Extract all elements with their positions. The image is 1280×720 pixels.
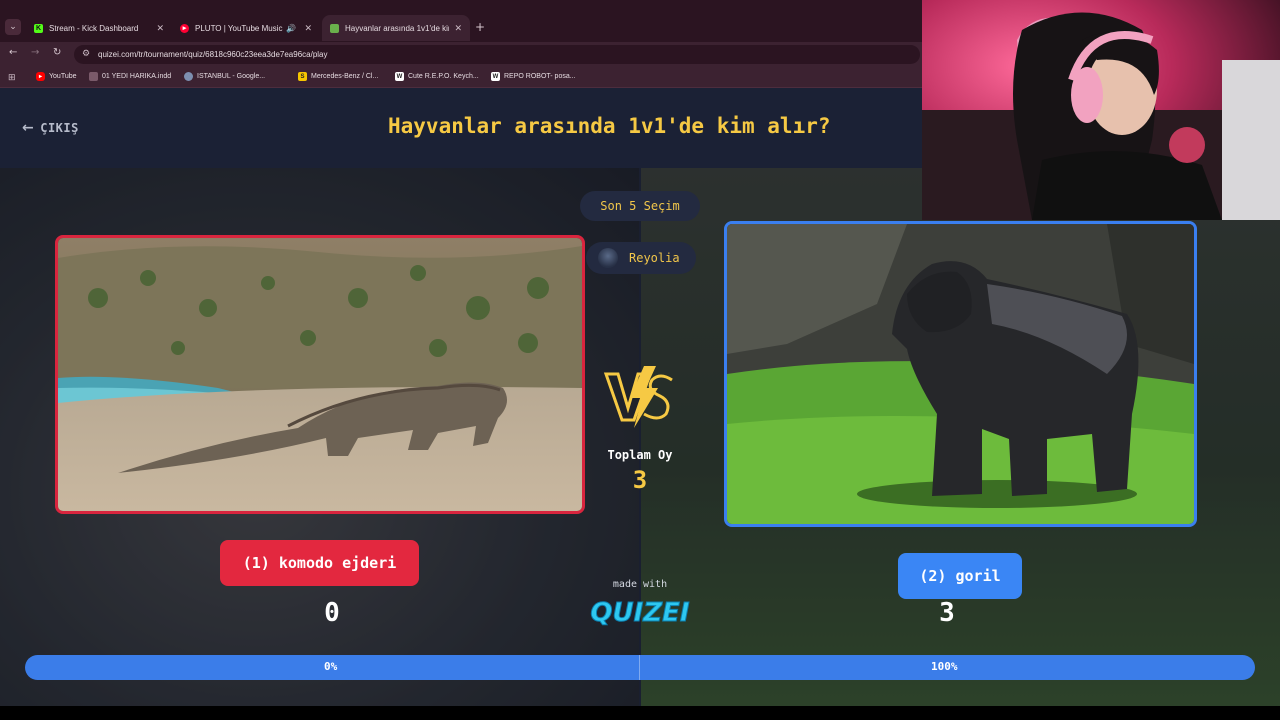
bookmark-repo-keychain[interactable]: W Cute R.E.P.O. Keych... — [395, 72, 479, 81]
close-icon[interactable]: ✕ — [454, 23, 462, 34]
speaker-icon[interactable]: 🔊 — [286, 24, 296, 33]
close-icon[interactable]: ✕ — [304, 23, 312, 34]
total-votes-label: Toplam Oy — [607, 448, 673, 462]
option-1-percent: 0% — [324, 660, 338, 673]
option-2-votes: 3 — [939, 598, 955, 628]
keychain-icon: W — [395, 72, 404, 81]
youtube-icon: ▸ — [36, 72, 45, 81]
globe-icon — [184, 72, 193, 81]
option-2-label: (2) goril — [919, 567, 1001, 585]
vote-progress-bar: 0% 100% — [25, 655, 1255, 680]
avatar — [598, 248, 618, 268]
tab-youtube-music[interactable]: ▸ PLUTO | YouTube Music 🔊 ✕ — [172, 16, 320, 40]
apps-icon[interactable]: ⊞ — [8, 72, 16, 83]
bookmark-istanbul[interactable]: ISTANBUL - Google... — [184, 72, 265, 81]
url-text: quizei.com/tr/tournament/quiz/6818c960c2… — [98, 50, 328, 59]
option-1-votes: 0 — [324, 598, 340, 628]
quizei-logo[interactable]: QUIZEI — [580, 588, 700, 632]
browser-tab-bar: ⌄ K Stream - Kick Dashboard ✕ ▸ PLUTO | … — [0, 0, 922, 42]
keychain-icon: W — [491, 72, 500, 81]
username: Reyolia — [629, 251, 680, 265]
bookmark-label: 01 YEDI HARIKA.indd — [102, 73, 172, 80]
bookmark-label: ISTANBUL - Google... — [197, 73, 266, 80]
komodo-dragon-image — [58, 238, 582, 511]
option-1-image[interactable] — [55, 235, 585, 514]
page-title: Hayvanlar arasında 1v1'de kim alır? — [388, 114, 831, 138]
close-icon[interactable]: ✕ — [156, 23, 164, 34]
forward-icon[interactable]: → — [31, 47, 39, 58]
tab-title: Hayvanlar arasında 1v1'de kim — [345, 23, 449, 33]
recent-picks-label: Son 5 Seçim — [600, 199, 680, 213]
webcam-overlay — [922, 0, 1280, 220]
site-info-icon[interactable]: ⚙ — [82, 49, 90, 59]
option-2-button[interactable]: (2) goril — [898, 553, 1022, 599]
bookmark-label: Cute R.E.P.O. Keych... — [408, 73, 479, 80]
arrow-left-icon: ← — [22, 120, 35, 136]
tab-search-icon[interactable]: ⌄ — [5, 19, 21, 35]
tab-title: Stream - Kick Dashboard — [49, 23, 139, 33]
tab-quizei[interactable]: Hayvanlar arasında 1v1'de kim ✕ — [322, 15, 470, 41]
bookmark-label: Mercedes-Benz / Cl... — [311, 73, 379, 80]
browser-toolbar: ← → ↻ ⚙ quizei.com/tr/tournament/quiz/68… — [0, 42, 922, 66]
bookmarks-bar: ⊞ ▸ YouTube 01 YEDI HARIKA.indd ISTANBUL… — [0, 66, 922, 88]
bookmark-mercedes[interactable]: S Mercedes-Benz / Cl... — [298, 72, 378, 81]
bookmark-label: REPO ROBOT- posa... — [504, 73, 576, 80]
file-icon — [89, 72, 98, 81]
option-2-image[interactable] — [724, 221, 1197, 527]
back-icon[interactable]: ← — [9, 47, 17, 58]
bottom-letterbox — [0, 706, 1280, 720]
option-2-percent: 100% — [931, 660, 958, 673]
total-votes-value: 3 — [632, 466, 648, 494]
reload-icon[interactable]: ↻ — [53, 47, 61, 58]
kick-icon: K — [34, 23, 43, 33]
address-bar[interactable]: ⚙ quizei.com/tr/tournament/quiz/6818c960… — [74, 45, 920, 64]
quizei-icon — [330, 23, 339, 33]
progress-divider — [639, 655, 640, 680]
bookmark-yedi-harika[interactable]: 01 YEDI HARIKA.indd — [89, 72, 171, 81]
exit-label: ÇIKIŞ — [40, 121, 79, 135]
bookmark-label: YouTube — [49, 73, 77, 80]
tab-title: PLUTO | YouTube Music — [195, 23, 283, 33]
recent-picks-button[interactable]: Son 5 Seçim — [580, 191, 700, 221]
option-1-button[interactable]: (1) komodo ejderi — [220, 540, 419, 586]
recent-pick-user: Reyolia — [586, 242, 696, 274]
option-1-label: (1) komodo ejderi — [242, 554, 397, 572]
streamer-webcam-image — [922, 0, 1280, 220]
s-icon: S — [298, 72, 307, 81]
gorilla-image — [727, 224, 1194, 524]
svg-text:QUIZEI: QUIZEI — [590, 598, 690, 628]
bookmark-youtube[interactable]: ▸ YouTube — [36, 72, 77, 81]
new-tab-icon[interactable]: + — [475, 20, 485, 34]
versus-icon — [603, 366, 673, 428]
exit-button[interactable]: ← ÇIKIŞ — [22, 120, 79, 136]
youtube-music-icon: ▸ — [180, 23, 189, 33]
tab-kick-dashboard[interactable]: K Stream - Kick Dashboard ✕ — [26, 16, 172, 40]
bookmark-repo-robot[interactable]: W REPO ROBOT- posa... — [491, 72, 576, 81]
